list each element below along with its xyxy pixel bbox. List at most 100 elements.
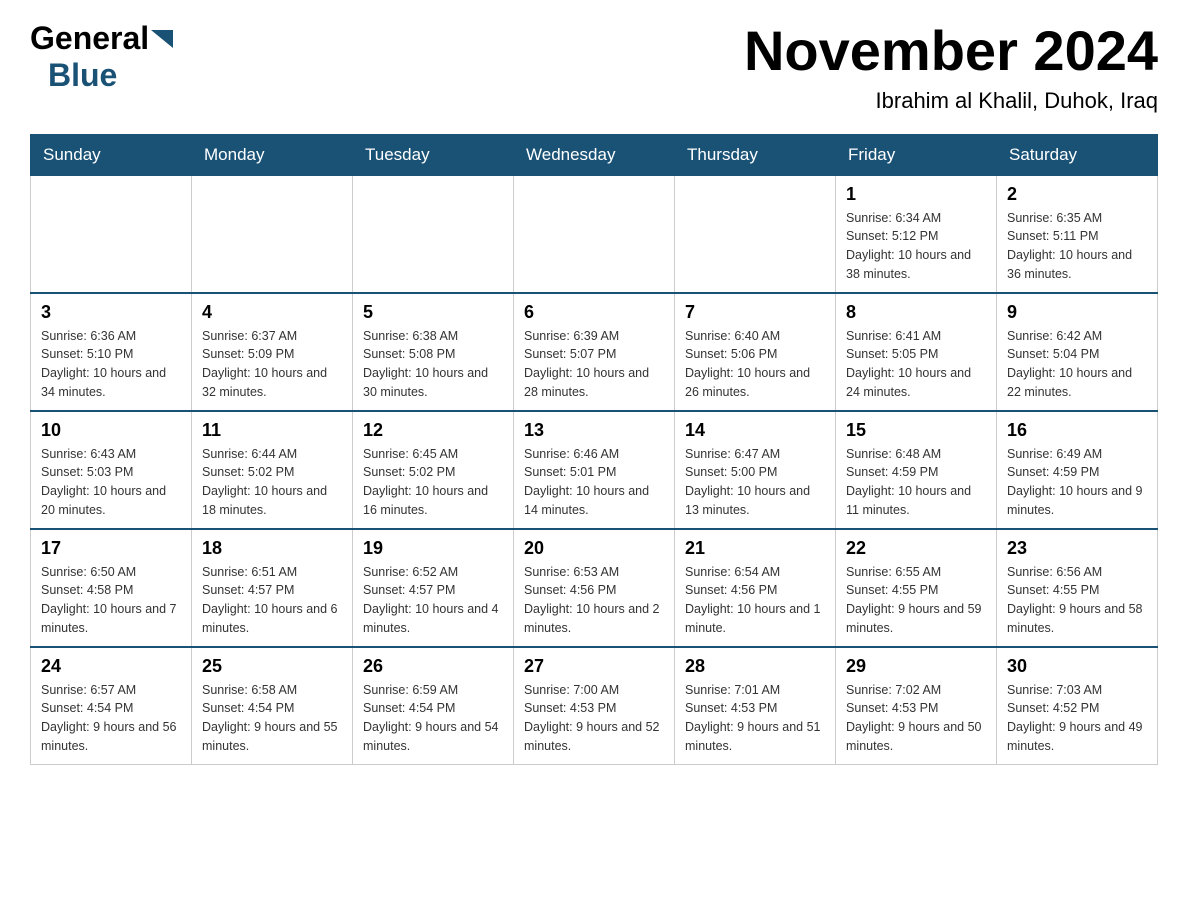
day-info: Sunrise: 6:44 AMSunset: 5:02 PMDaylight:…: [202, 445, 342, 520]
calendar-cell: 24Sunrise: 6:57 AMSunset: 4:54 PMDayligh…: [31, 647, 192, 765]
logo-triangle-icon: [151, 30, 173, 48]
calendar-cell: 3Sunrise: 6:36 AMSunset: 5:10 PMDaylight…: [31, 293, 192, 411]
title-section: November 2024 Ibrahim al Khalil, Duhok, …: [744, 20, 1158, 114]
day-info: Sunrise: 6:54 AMSunset: 4:56 PMDaylight:…: [685, 563, 825, 638]
calendar-cell: [31, 175, 192, 293]
calendar-cell: 23 Sunrise: 6:56 AMSunset: 4:55 PMDayligh…: [997, 529, 1158, 647]
calendar-cell: [514, 175, 675, 293]
day-number: 5: [363, 302, 503, 323]
calendar-cell: 11 Sunrise: 6:44 AMSunset: 5:02 PMDayligh…: [192, 411, 353, 529]
calendar-cell: [675, 175, 836, 293]
day-info: Sunrise: 7:00 AMSunset: 4:53 PMDaylight:…: [524, 681, 664, 756]
day-info: Sunrise: 6:41 AMSunset: 5:05 PMDaylight:…: [846, 327, 986, 402]
calendar-week-row-1: 1Sunrise: 6:34 AMSunset: 5:12 PMDaylight…: [31, 175, 1158, 293]
weekday-header-tuesday: Tuesday: [353, 134, 514, 175]
day-number: 8: [846, 302, 986, 323]
day-info: Sunrise: 6:35 AMSunset: 5:11 PMDaylight:…: [1007, 209, 1147, 284]
day-info: Sunrise: 6:45 AMSunset: 5:02 PMDaylight:…: [363, 445, 503, 520]
day-number: 2: [1007, 184, 1147, 205]
calendar-cell: 6 Sunrise: 6:39 AMSunset: 5:07 PMDaylight…: [514, 293, 675, 411]
day-number: 16: [1007, 420, 1147, 441]
calendar-cell: 12 Sunrise: 6:45 AMSunset: 5:02 PMDayligh…: [353, 411, 514, 529]
calendar-cell: 20Sunrise: 6:53 AMSunset: 4:56 PMDayligh…: [514, 529, 675, 647]
day-info: Sunrise: 6:40 AMSunset: 5:06 PMDaylight:…: [685, 327, 825, 402]
calendar-cell: 28 Sunrise: 7:01 AMSunset: 4:53 PMDayligh…: [675, 647, 836, 765]
calendar-cell: 10Sunrise: 6:43 AMSunset: 5:03 PMDayligh…: [31, 411, 192, 529]
day-number: 4: [202, 302, 342, 323]
day-number: 24: [41, 656, 181, 677]
calendar-table: SundayMondayTuesdayWednesdayThursdayFrid…: [30, 134, 1158, 765]
day-info: Sunrise: 7:02 AMSunset: 4:53 PMDaylight:…: [846, 681, 986, 756]
day-number: 9: [1007, 302, 1147, 323]
day-info: Sunrise: 6:42 AMSunset: 5:04 PMDaylight:…: [1007, 327, 1147, 402]
calendar-cell: 17 Sunrise: 6:50 AMSunset: 4:58 PMDayligh…: [31, 529, 192, 647]
day-number: 29: [846, 656, 986, 677]
day-info: Sunrise: 7:01 AMSunset: 4:53 PMDaylight:…: [685, 681, 825, 756]
day-info: Sunrise: 6:53 AMSunset: 4:56 PMDaylight:…: [524, 563, 664, 638]
day-number: 7: [685, 302, 825, 323]
weekday-header-saturday: Saturday: [997, 134, 1158, 175]
calendar-cell: [353, 175, 514, 293]
day-info: Sunrise: 6:51 AMSunset: 4:57 PMDaylight:…: [202, 563, 342, 638]
weekday-header-monday: Monday: [192, 134, 353, 175]
day-info: Sunrise: 6:37 AMSunset: 5:09 PMDaylight:…: [202, 327, 342, 402]
calendar-cell: 4 Sunrise: 6:37 AMSunset: 5:09 PMDaylight…: [192, 293, 353, 411]
day-info: Sunrise: 6:58 AMSunset: 4:54 PMDaylight:…: [202, 681, 342, 756]
day-number: 10: [41, 420, 181, 441]
calendar-cell: 9 Sunrise: 6:42 AMSunset: 5:04 PMDaylight…: [997, 293, 1158, 411]
calendar-cell: 29 Sunrise: 7:02 AMSunset: 4:53 PMDayligh…: [836, 647, 997, 765]
day-number: 30: [1007, 656, 1147, 677]
day-number: 27: [524, 656, 664, 677]
calendar-week-row-5: 24Sunrise: 6:57 AMSunset: 4:54 PMDayligh…: [31, 647, 1158, 765]
day-number: 13: [524, 420, 664, 441]
day-number: 17: [41, 538, 181, 559]
calendar-cell: 25 Sunrise: 6:58 AMSunset: 4:54 PMDayligh…: [192, 647, 353, 765]
day-info: Sunrise: 6:36 AMSunset: 5:10 PMDaylight:…: [41, 327, 181, 402]
day-number: 1: [846, 184, 986, 205]
page-header: General Blue November 2024 Ibrahim al Kh…: [30, 20, 1158, 114]
day-info: Sunrise: 6:59 AMSunset: 4:54 PMDaylight:…: [363, 681, 503, 756]
day-number: 23: [1007, 538, 1147, 559]
day-number: 6: [524, 302, 664, 323]
calendar-cell: 21 Sunrise: 6:54 AMSunset: 4:56 PMDayligh…: [675, 529, 836, 647]
day-info: Sunrise: 6:46 AMSunset: 5:01 PMDaylight:…: [524, 445, 664, 520]
day-info: Sunrise: 6:50 AMSunset: 4:58 PMDaylight:…: [41, 563, 181, 638]
calendar-cell: 5 Sunrise: 6:38 AMSunset: 5:08 PMDaylight…: [353, 293, 514, 411]
calendar-week-row-2: 3Sunrise: 6:36 AMSunset: 5:10 PMDaylight…: [31, 293, 1158, 411]
calendar-cell: 8 Sunrise: 6:41 AMSunset: 5:05 PMDaylight…: [836, 293, 997, 411]
day-number: 19: [363, 538, 503, 559]
logo-blue-text: Blue: [48, 57, 117, 93]
day-number: 12: [363, 420, 503, 441]
day-info: Sunrise: 6:56 AMSunset: 4:55 PMDaylight:…: [1007, 563, 1147, 638]
day-info: Sunrise: 7:03 AMSunset: 4:52 PMDaylight:…: [1007, 681, 1147, 756]
day-number: 26: [363, 656, 503, 677]
calendar-cell: 27 Sunrise: 7:00 AMSunset: 4:53 PMDayligh…: [514, 647, 675, 765]
calendar-cell: 15Sunrise: 6:48 AMSunset: 4:59 PMDayligh…: [836, 411, 997, 529]
calendar-cell: 14 Sunrise: 6:47 AMSunset: 5:00 PMDayligh…: [675, 411, 836, 529]
day-number: 21: [685, 538, 825, 559]
day-number: 28: [685, 656, 825, 677]
weekday-header-sunday: Sunday: [31, 134, 192, 175]
logo-general-text: General: [30, 20, 149, 57]
day-info: Sunrise: 6:38 AMSunset: 5:08 PMDaylight:…: [363, 327, 503, 402]
day-info: Sunrise: 6:39 AMSunset: 5:07 PMDaylight:…: [524, 327, 664, 402]
day-number: 22: [846, 538, 986, 559]
day-number: 25: [202, 656, 342, 677]
day-info: Sunrise: 6:47 AMSunset: 5:00 PMDaylight:…: [685, 445, 825, 520]
location-title: Ibrahim al Khalil, Duhok, Iraq: [744, 88, 1158, 114]
weekday-header-friday: Friday: [836, 134, 997, 175]
day-info: Sunrise: 6:49 AMSunset: 4:59 PMDaylight:…: [1007, 445, 1147, 520]
calendar-cell: 13 Sunrise: 6:46 AMSunset: 5:01 PMDayligh…: [514, 411, 675, 529]
calendar-cell: 22 Sunrise: 6:55 AMSunset: 4:55 PMDayligh…: [836, 529, 997, 647]
calendar-cell: 19Sunrise: 6:52 AMSunset: 4:57 PMDayligh…: [353, 529, 514, 647]
day-number: 11: [202, 420, 342, 441]
day-number: 14: [685, 420, 825, 441]
day-info: Sunrise: 6:55 AMSunset: 4:55 PMDaylight:…: [846, 563, 986, 638]
calendar-week-row-4: 17 Sunrise: 6:50 AMSunset: 4:58 PMDayligh…: [31, 529, 1158, 647]
day-number: 15: [846, 420, 986, 441]
weekday-header-row: SundayMondayTuesdayWednesdayThursdayFrid…: [31, 134, 1158, 175]
calendar-cell: 30 Sunrise: 7:03 AMSunset: 4:52 PMDayligh…: [997, 647, 1158, 765]
logo: General Blue: [30, 20, 173, 94]
calendar-cell: 18Sunrise: 6:51 AMSunset: 4:57 PMDayligh…: [192, 529, 353, 647]
weekday-header-thursday: Thursday: [675, 134, 836, 175]
